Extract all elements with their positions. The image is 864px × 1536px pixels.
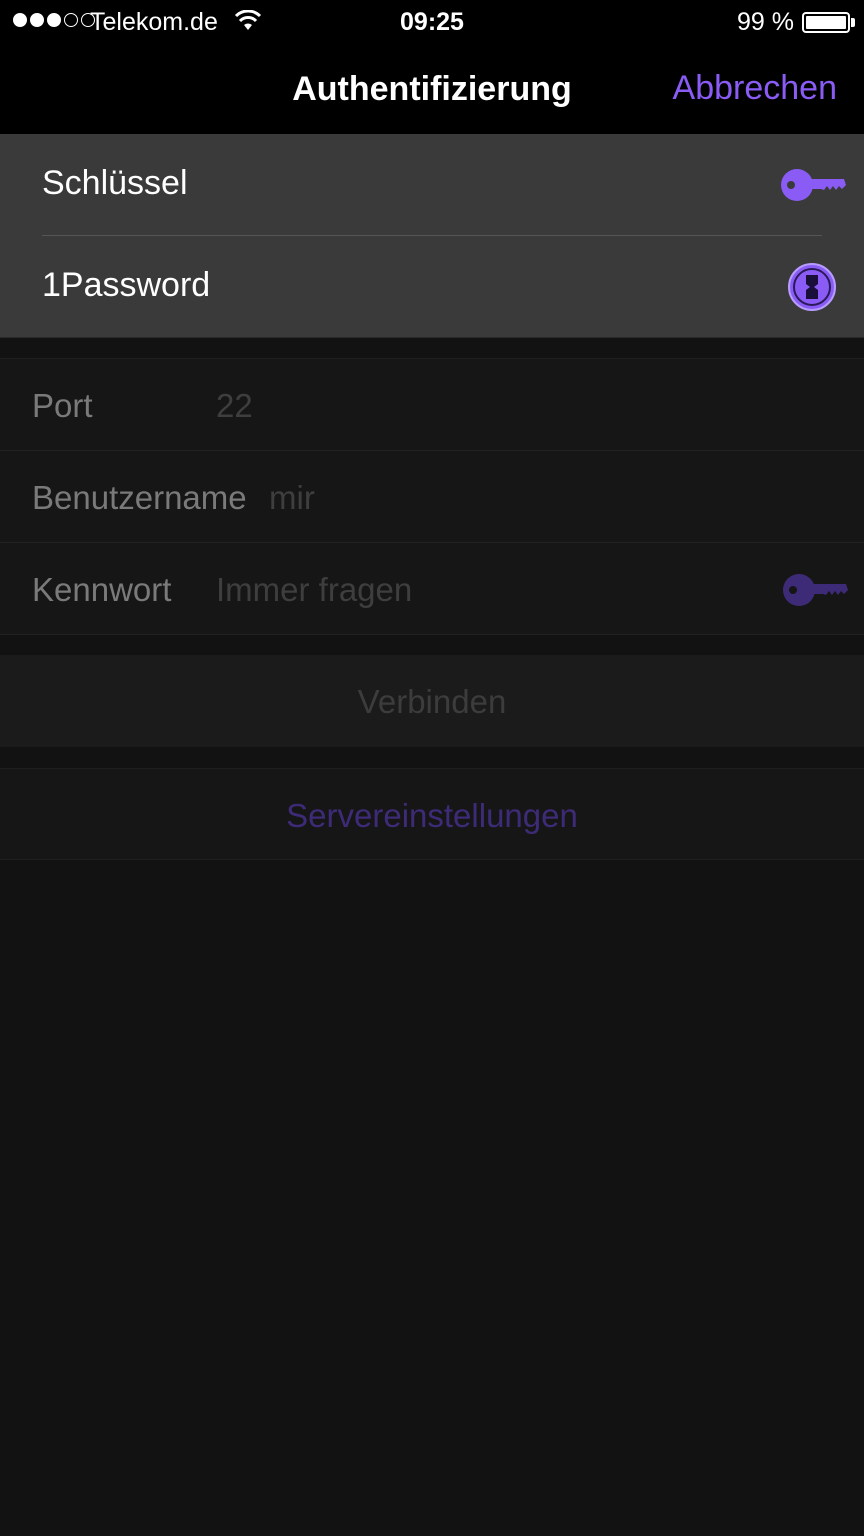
server-settings-label: Servereinstellungen (286, 797, 578, 834)
1password-icon (787, 262, 837, 317)
auth-method-menu: Schlüssel 1Password (0, 134, 864, 338)
server-settings-button[interactable]: Servereinstellungen (0, 768, 864, 860)
key-icon[interactable] (782, 572, 848, 613)
cancel-button[interactable]: Abbrechen (673, 69, 837, 108)
username-label: Benutzername (32, 479, 247, 516)
connect-label: Verbinden (357, 683, 507, 720)
navigation-bar: Authentifizierung Abbrechen (0, 44, 864, 134)
port-label: Port (32, 387, 93, 424)
key-icon (780, 167, 846, 208)
battery-percentage: 99 % (737, 8, 794, 36)
username-field[interactable]: mir (269, 479, 315, 517)
battery-level (806, 16, 846, 29)
auth-option-1password[interactable]: 1Password (0, 236, 864, 338)
port-row[interactable]: Port 22 (0, 359, 864, 451)
auth-option-key[interactable]: Schlüssel (0, 134, 864, 236)
auth-option-label: Schlüssel (42, 164, 188, 202)
auth-option-label: 1Password (42, 266, 211, 304)
port-field[interactable]: 22 (216, 387, 253, 425)
connect-button[interactable]: Verbinden (0, 655, 864, 747)
password-field[interactable]: Immer fragen (216, 571, 412, 609)
battery-icon (802, 12, 850, 33)
username-row[interactable]: Benutzername mir (0, 451, 864, 543)
status-bar: Telekom.de 09:25 99 % (0, 0, 864, 44)
clock: 09:25 (400, 8, 464, 36)
password-label: Kennwort (32, 571, 172, 608)
connection-form: Port 22 Benutzername mir Kennwort Immer … (0, 358, 864, 635)
password-row[interactable]: Kennwort Immer fragen (0, 543, 864, 635)
